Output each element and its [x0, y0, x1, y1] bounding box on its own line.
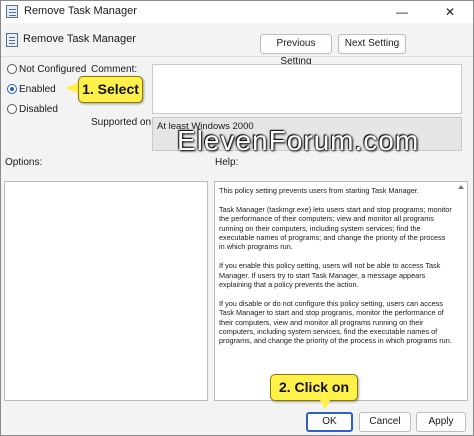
cancel-button[interactable]: Cancel	[359, 412, 411, 432]
radio-label: Disabled	[19, 104, 58, 115]
callout-select: 1. Select	[78, 76, 143, 103]
window-title: Remove Task Manager	[24, 5, 137, 17]
callout-arrow-down	[319, 398, 331, 410]
title-bar[interactable]: Remove Task Manager — ✕	[1, 1, 473, 23]
scroll-up-icon[interactable]	[458, 185, 464, 189]
radio-indicator[interactable]	[7, 104, 17, 114]
options-panel	[4, 181, 208, 401]
previous-setting-button[interactable]: Previous Setting	[260, 34, 332, 67]
help-paragraph: Task Manager (taskmgr.exe) lets users st…	[219, 204, 452, 252]
help-paragraph: This policy setting prevents users from …	[219, 186, 419, 195]
policy-app-icon	[6, 5, 18, 18]
help-paragraph: If you disable or do not configure this …	[219, 298, 452, 346]
callout-click-on: 2. Click on	[270, 374, 358, 401]
ok-button[interactable]: OK	[306, 412, 353, 432]
comment-label: Comment:	[91, 64, 138, 75]
options-label: Options:	[5, 157, 43, 168]
minimize-icon[interactable]: —	[379, 1, 425, 23]
radio-label: Not Configured	[19, 64, 87, 75]
next-setting-button[interactable]: Next Setting	[338, 34, 406, 54]
header-divider	[1, 56, 473, 57]
watermark: ElevenForum.com	[177, 125, 420, 156]
policy-dialog: Remove Task Manager — ✕ Remove Task Mana…	[0, 0, 474, 436]
supported-on-label: Supported on:	[91, 117, 154, 128]
radio-indicator-selected[interactable]	[7, 84, 17, 94]
close-icon[interactable]: ✕	[427, 1, 473, 23]
setting-title: Remove Task Manager	[23, 33, 136, 45]
apply-button[interactable]: Apply	[416, 412, 466, 432]
comment-textarea[interactable]	[152, 64, 462, 114]
radio-label: Enabled	[19, 84, 56, 95]
policy-setting-icon	[6, 33, 18, 47]
help-paragraph: If you enable this policy setting, users…	[219, 261, 441, 290]
help-panel[interactable]: This policy setting prevents users from …	[214, 181, 468, 401]
help-label: Help:	[215, 157, 239, 168]
radio-indicator[interactable]	[7, 64, 17, 74]
callout-arrow-left	[65, 82, 79, 94]
